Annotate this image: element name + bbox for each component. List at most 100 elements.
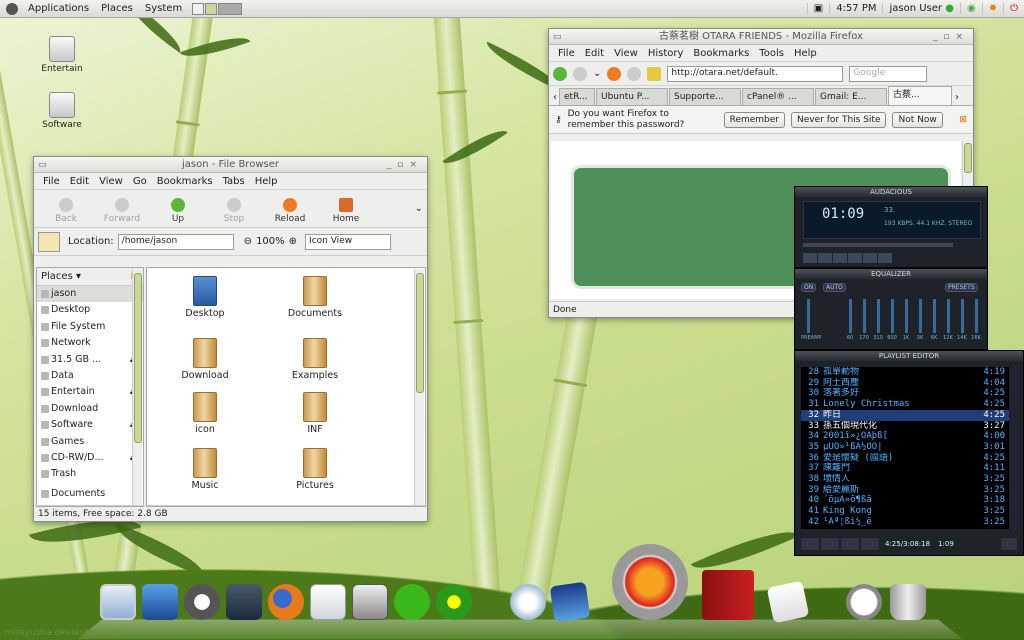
workspace-switcher[interactable]	[192, 3, 243, 15]
file-browser-titlebar[interactable]: ▭ jason - File Browser _▫×	[34, 157, 427, 173]
close-notification-icon[interactable]: ⊠	[959, 115, 967, 125]
playlist-scrollbar[interactable]	[1011, 367, 1019, 529]
eq-band[interactable]: 1K	[899, 299, 913, 341]
eq-slider[interactable]	[807, 299, 810, 333]
up-button[interactable]: Up	[150, 198, 206, 224]
eq-slider[interactable]	[919, 299, 922, 333]
sidebar-item-network[interactable]: Network	[37, 335, 143, 351]
text-editor-icon[interactable]	[352, 584, 388, 620]
ubuntu-logo-icon[interactable]	[6, 3, 18, 15]
tab-1[interactable]: etR...	[559, 88, 595, 105]
zoom-out-icon[interactable]: ⊖	[244, 236, 252, 247]
computer-icon[interactable]	[100, 584, 136, 620]
player-title[interactable]: AUDACIOUS	[795, 187, 987, 197]
playlist-row[interactable]: 34 2001î»¿ÓÄþß[4:00	[801, 431, 1009, 442]
playlist-title[interactable]: PLAYLIST EDITOR	[795, 351, 1023, 361]
eq-slider[interactable]	[947, 299, 950, 333]
sidebar-item-documents[interactable]: Documents	[37, 486, 143, 502]
playlist-row[interactable]: 42 ¹Ãª¦ßì½_ë 3:25	[801, 517, 1009, 528]
search-input[interactable]: Google	[849, 66, 927, 82]
places-header[interactable]: Places ▾ ⊠	[37, 268, 143, 286]
tab-2[interactable]: Ubuntu P...	[596, 88, 668, 105]
eq-band[interactable]: 600	[885, 299, 899, 341]
sidebar-item-desktop[interactable]: Desktop	[37, 302, 143, 318]
time-display[interactable]: 01:09	[822, 206, 864, 222]
menu-file[interactable]: File	[553, 48, 580, 59]
file-item-download[interactable]: Download	[165, 338, 245, 381]
back-button[interactable]: Back	[38, 198, 94, 224]
menu-edit[interactable]: Edit	[65, 176, 94, 187]
file-item-documents[interactable]: Documents	[275, 276, 355, 319]
home-button[interactable]: Home	[318, 198, 374, 224]
zoom-level[interactable]: 100%	[256, 236, 285, 247]
file-item-pictures[interactable]: Pictures	[275, 448, 355, 491]
sidebar-item-games[interactable]: Games	[37, 434, 143, 450]
mail-icon[interactable]	[310, 584, 346, 620]
menu-history[interactable]: History	[643, 48, 689, 59]
tab-5[interactable]: Gmail: E...	[815, 88, 887, 105]
desktop-icon-entertain[interactable]: Entertain	[32, 36, 92, 74]
add-file-button[interactable]	[801, 538, 819, 550]
playlist-row[interactable]: 40 ´õµÃ»õ¶ßã 3:18	[801, 495, 1009, 506]
history-dropdown-icon[interactable]: ⌄	[593, 68, 601, 79]
pause-icon[interactable]	[833, 253, 847, 263]
skype-icon[interactable]	[394, 584, 430, 620]
next-icon[interactable]	[863, 253, 877, 263]
menu-view[interactable]: View	[94, 176, 128, 187]
window-menu-icon[interactable]: ▭	[38, 157, 47, 173]
forward-button[interactable]: Forward	[94, 198, 150, 224]
view-select[interactable]: Icon View	[305, 234, 391, 250]
clock-icon[interactable]	[846, 584, 882, 620]
tabs-scroll-right-icon[interactable]: ›	[953, 92, 961, 105]
remember-button[interactable]: Remember	[724, 112, 785, 128]
back-icon[interactable]	[553, 67, 567, 81]
eject-icon[interactable]	[878, 253, 892, 263]
eq-band[interactable]: 3K	[913, 299, 927, 341]
eq-band[interactable]: 16K	[969, 299, 983, 341]
menu-go[interactable]: Go	[128, 176, 152, 187]
toolbar-overflow-icon[interactable]: ⌄	[415, 203, 423, 214]
itunes-icon[interactable]	[510, 584, 546, 620]
playlist-row[interactable]: 31 Lonely Christmas 4:25	[801, 399, 1009, 410]
eq-band[interactable]: 60	[843, 299, 857, 341]
sidebar-item-trash[interactable]: Trash	[37, 466, 143, 482]
dictionary-icon[interactable]	[702, 570, 754, 620]
maximize-button[interactable]: ▫	[943, 32, 955, 42]
close-button[interactable]: ×	[409, 160, 423, 170]
applications-menu[interactable]: Applications	[22, 3, 95, 14]
eq-band[interactable]: 170	[857, 299, 871, 341]
eq-presets-button[interactable]: PRESETS	[945, 283, 978, 292]
eq-slider[interactable]	[905, 299, 908, 333]
places-menu[interactable]: Places	[95, 3, 139, 14]
playlist-row[interactable]: 38 壞情人 3:25	[801, 474, 1009, 485]
update-icon[interactable]: ◉	[960, 3, 982, 14]
reload-button[interactable]: Reload	[262, 198, 318, 224]
eq-band[interactable]: 310	[871, 299, 885, 341]
sidebar-item-entertain[interactable]: Entertain⏏	[37, 384, 143, 400]
playlist-row[interactable]: 29 阿土西塵 4:04	[801, 378, 1009, 389]
eq-band[interactable]: 6K	[927, 299, 941, 341]
not-now-button[interactable]: Not Now	[892, 112, 942, 128]
eq-band[interactable]: PREAMP	[801, 299, 815, 341]
playlist-row[interactable]: 41 King Kong 3:25	[801, 506, 1009, 517]
disc-burner-icon[interactable]	[612, 544, 688, 620]
menu-bookmarks[interactable]: Bookmarks	[688, 48, 754, 59]
eq-slider[interactable]	[863, 299, 866, 333]
desktop-icon-software[interactable]: Software	[32, 92, 92, 130]
workspace-icon[interactable]	[142, 584, 178, 620]
maximize-button[interactable]: ▫	[397, 160, 409, 170]
sidebar-item-cdrw[interactable]: CD-RW/D...⏏	[37, 450, 143, 466]
sidebar-item-file-system[interactable]: File System	[37, 319, 143, 335]
minimize-button[interactable]: _	[933, 32, 944, 42]
menu-bookmarks[interactable]: Bookmarks	[152, 176, 218, 187]
never-button[interactable]: Never for This Site	[791, 112, 886, 128]
menu-help[interactable]: Help	[789, 48, 822, 59]
icq-icon[interactable]	[436, 584, 472, 620]
home-icon[interactable]	[647, 67, 661, 81]
menu-file[interactable]: File	[38, 176, 65, 187]
tab-4[interactable]: cPanel® ...	[742, 88, 814, 105]
sidebar-item-jason[interactable]: jason	[37, 286, 143, 302]
sidebar-item-software[interactable]: Software⏏	[37, 417, 143, 433]
previous-icon[interactable]	[803, 253, 817, 263]
stop-icon[interactable]	[848, 253, 862, 263]
